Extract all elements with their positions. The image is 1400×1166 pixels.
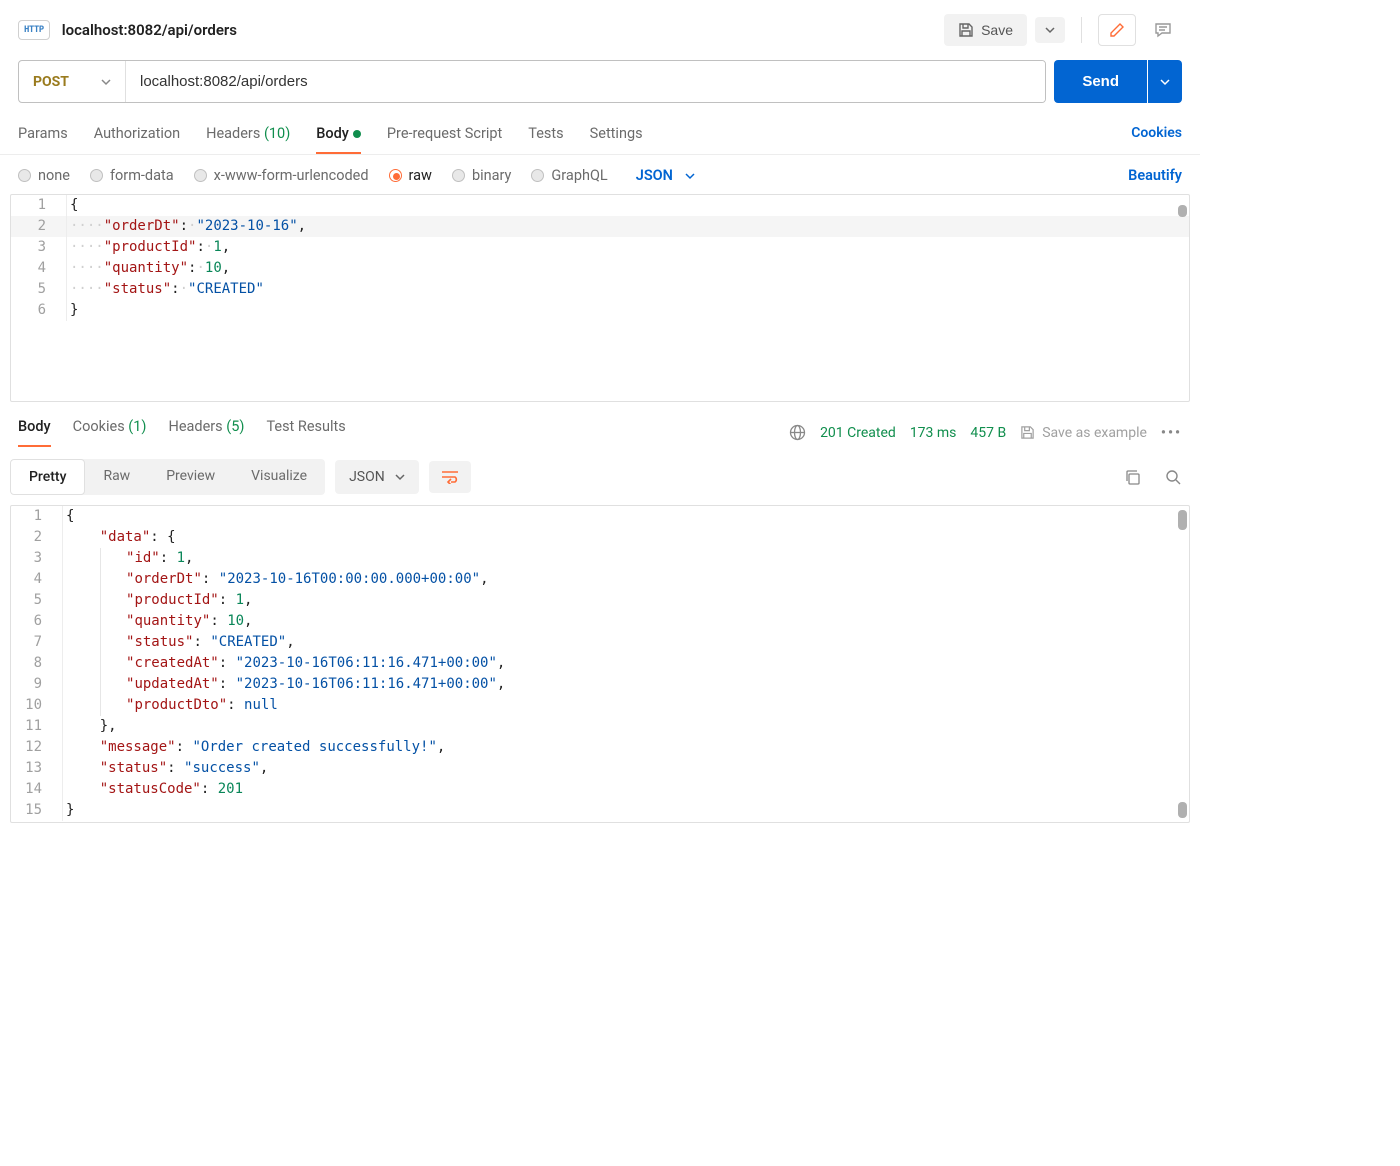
more-menu[interactable]: •••	[1161, 425, 1182, 441]
wrap-icon	[441, 470, 459, 484]
response-body-editor[interactable]: 1{ 2 "data": { 3 "id": 1, 4 "orderDt": "…	[10, 505, 1190, 823]
save-icon	[958, 22, 974, 38]
cookies-link[interactable]: Cookies	[1131, 125, 1182, 147]
save-as-example[interactable]: Save as example	[1020, 425, 1147, 441]
view-preview[interactable]: Preview	[148, 459, 233, 495]
comment-icon	[1154, 21, 1172, 39]
view-mode-toggle: Pretty Raw Preview Visualize	[10, 459, 325, 495]
body-modified-dot	[353, 130, 361, 138]
resp-tab-testresults[interactable]: Test Results	[266, 418, 345, 447]
url-input[interactable]	[126, 61, 1045, 102]
response-status: 201 Created	[820, 425, 896, 441]
body-type-binary[interactable]: binary	[452, 167, 511, 184]
resp-tab-cookies[interactable]: Cookies (1)	[73, 418, 147, 447]
view-visualize[interactable]: Visualize	[233, 459, 325, 495]
tab-prerequest[interactable]: Pre-request Script	[387, 117, 502, 154]
search-button[interactable]	[1165, 469, 1182, 486]
comment-button[interactable]	[1144, 14, 1182, 46]
tab-tests[interactable]: Tests	[528, 117, 563, 154]
scrollbar-thumb[interactable]	[1178, 205, 1187, 217]
response-time: 173 ms	[910, 425, 957, 441]
response-toolbar: Pretty Raw Preview Visualize JSON	[0, 447, 1200, 505]
save-icon	[1020, 425, 1035, 440]
send-dropdown[interactable]	[1148, 60, 1182, 103]
search-icon	[1165, 469, 1182, 486]
http-method-badge: HTTP	[18, 20, 50, 40]
pencil-icon	[1109, 22, 1125, 38]
url-row: POST Send	[0, 60, 1200, 117]
tab-title: localhost:8082/api/orders	[62, 21, 237, 39]
request-tabs: Params Authorization Headers (10) Body P…	[0, 117, 1200, 155]
scrollbar-thumb[interactable]	[1178, 510, 1187, 530]
chevron-down-icon	[101, 77, 111, 87]
resp-tab-headers[interactable]: Headers (5)	[168, 418, 244, 447]
tab-body[interactable]: Body	[316, 117, 361, 154]
chevron-down-icon	[395, 472, 405, 482]
send-button[interactable]: Send	[1054, 60, 1147, 103]
view-raw[interactable]: Raw	[85, 459, 148, 495]
tab-settings[interactable]: Settings	[590, 117, 643, 154]
body-format-select[interactable]: JSON	[636, 167, 695, 184]
body-type-none[interactable]: none	[18, 167, 70, 184]
globe-icon[interactable]	[789, 424, 806, 441]
body-type-urlencoded[interactable]: x-www-form-urlencoded	[194, 167, 369, 184]
body-type-raw[interactable]: raw	[389, 167, 432, 184]
chevron-down-icon	[1160, 77, 1170, 87]
beautify-link[interactable]: Beautify	[1128, 167, 1182, 184]
response-size: 457 B	[970, 425, 1006, 441]
divider	[1081, 17, 1082, 43]
save-button[interactable]: Save	[944, 14, 1027, 46]
scrollbar-thumb[interactable]	[1178, 802, 1187, 818]
edit-button[interactable]	[1098, 14, 1136, 46]
tab-authorization[interactable]: Authorization	[94, 117, 180, 154]
resp-tab-body[interactable]: Body	[18, 418, 51, 447]
chevron-down-icon	[685, 171, 695, 181]
copy-button[interactable]	[1124, 469, 1141, 486]
response-header: Body Cookies (1) Headers (5) Test Result…	[0, 402, 1200, 447]
tab-headers[interactable]: Headers (10)	[206, 117, 290, 154]
http-method-select[interactable]: POST	[19, 61, 126, 102]
save-dropdown[interactable]	[1035, 17, 1065, 43]
body-type-row: none form-data x-www-form-urlencoded raw…	[0, 155, 1200, 194]
wrap-lines-button[interactable]	[429, 461, 471, 493]
chevron-down-icon	[1045, 25, 1055, 35]
body-type-graphql[interactable]: GraphQL	[531, 167, 607, 184]
copy-icon	[1124, 469, 1141, 486]
request-body-editor[interactable]: 1{ 2····"orderDt":·"2023-10-16", 3····"p…	[10, 194, 1190, 402]
view-pretty[interactable]: Pretty	[10, 459, 85, 495]
body-type-formdata[interactable]: form-data	[90, 167, 174, 184]
tab-params[interactable]: Params	[18, 117, 68, 154]
tab-header: HTTP localhost:8082/api/orders Save	[0, 0, 1200, 60]
response-format-select[interactable]: JSON	[335, 460, 419, 494]
